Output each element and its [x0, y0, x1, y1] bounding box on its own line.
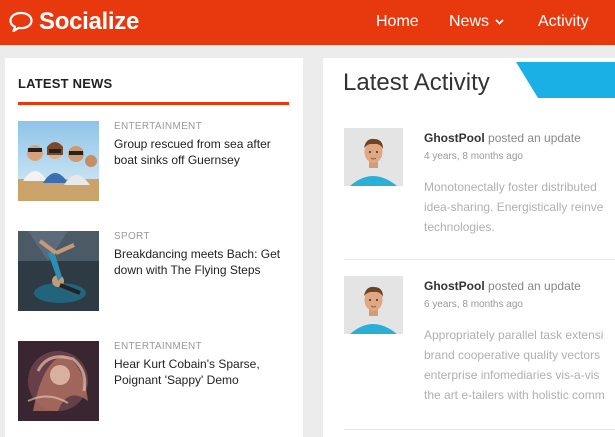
activity-text-line: the art e-tailers with holistic comm [424, 388, 605, 402]
news-category[interactable]: ENTERTAINMENT [114, 121, 202, 132]
activity-text-line: enterprise infomediaries vis-a-vis [424, 368, 600, 382]
activity-text-line: brand cooperative quality vectors [424, 348, 601, 362]
activity-text-line: Appropriately parallel task extensi [424, 328, 604, 342]
chevron-down-icon [495, 19, 504, 25]
avatar[interactable] [344, 276, 403, 334]
accent-ribbon [516, 62, 615, 98]
news-title[interactable]: Hear Kurt Cobain's Sparse, Poignant 'Sap… [114, 356, 296, 388]
activity-text-line: technologies. [424, 220, 495, 234]
latest-news-panel: LATEST NEWS ENTERTAINMENT Group rescued … [5, 58, 303, 437]
news-title[interactable]: Group rescued from sea after boat sinks … [114, 136, 296, 168]
activity-content: Appropriately parallel task extensi bran… [424, 325, 615, 405]
news-title[interactable]: Breakdancing meets Bach: Get down with T… [114, 246, 296, 278]
activity-header: GhostPool posted an update [424, 279, 581, 293]
news-thumbnail[interactable] [18, 231, 99, 311]
news-category[interactable]: SPORT [114, 231, 150, 242]
news-category[interactable]: ENTERTAINMENT [114, 341, 202, 352]
nav-home[interactable]: Home [376, 13, 419, 31]
activity-timestamp[interactable]: 4 years, 8 months ago [424, 151, 523, 162]
activity-action: posted an update [488, 279, 581, 293]
activity-action: posted an update [488, 131, 581, 145]
top-nav-bar: Socialize Home News Activity [0, 0, 615, 45]
activity-content: Monotonectally foster distributed idea-s… [424, 177, 615, 237]
avatar[interactable] [344, 128, 403, 186]
news-item[interactable]: ENTERTAINMENT Group rescued from sea aft… [18, 121, 298, 203]
latest-activity-panel: Latest Activity GhostPool posted an upda… [323, 58, 615, 437]
speech-bubble-icon [9, 11, 33, 33]
latest-news-heading: LATEST NEWS [18, 76, 113, 91]
nav-news-label: News [449, 13, 490, 30]
divider [344, 259, 615, 260]
activity-username[interactable]: GhostPool [424, 279, 485, 293]
breakdancer-photo [18, 231, 99, 311]
activity-username[interactable]: GhostPool [424, 131, 485, 145]
activity-timestamp[interactable]: 6 years, 8 months ago [424, 299, 523, 310]
latest-activity-heading: Latest Activity [343, 69, 490, 96]
activity-header: GhostPool posted an update [424, 131, 581, 145]
heading-underline [18, 102, 289, 105]
nav-news[interactable]: News [449, 13, 504, 31]
news-thumbnail[interactable] [18, 121, 99, 201]
activity-text-line: idea-sharing. Energistically reinve [424, 200, 604, 214]
logo-text: Socialize [39, 8, 140, 35]
group-friends-photo [18, 121, 99, 201]
divider [344, 429, 615, 430]
news-thumbnail[interactable] [18, 341, 99, 421]
nav-activity[interactable]: Activity [538, 13, 589, 31]
activity-text-line: Monotonectally foster distributed [424, 180, 597, 194]
news-item[interactable]: ENTERTAINMENT Hear Kurt Cobain's Sparse,… [18, 341, 298, 423]
news-item[interactable]: SPORT Breakdancing meets Bach: Get down … [18, 231, 298, 313]
site-logo[interactable]: Socialize [8, 8, 139, 36]
abstract-portrait-photo [18, 341, 99, 421]
